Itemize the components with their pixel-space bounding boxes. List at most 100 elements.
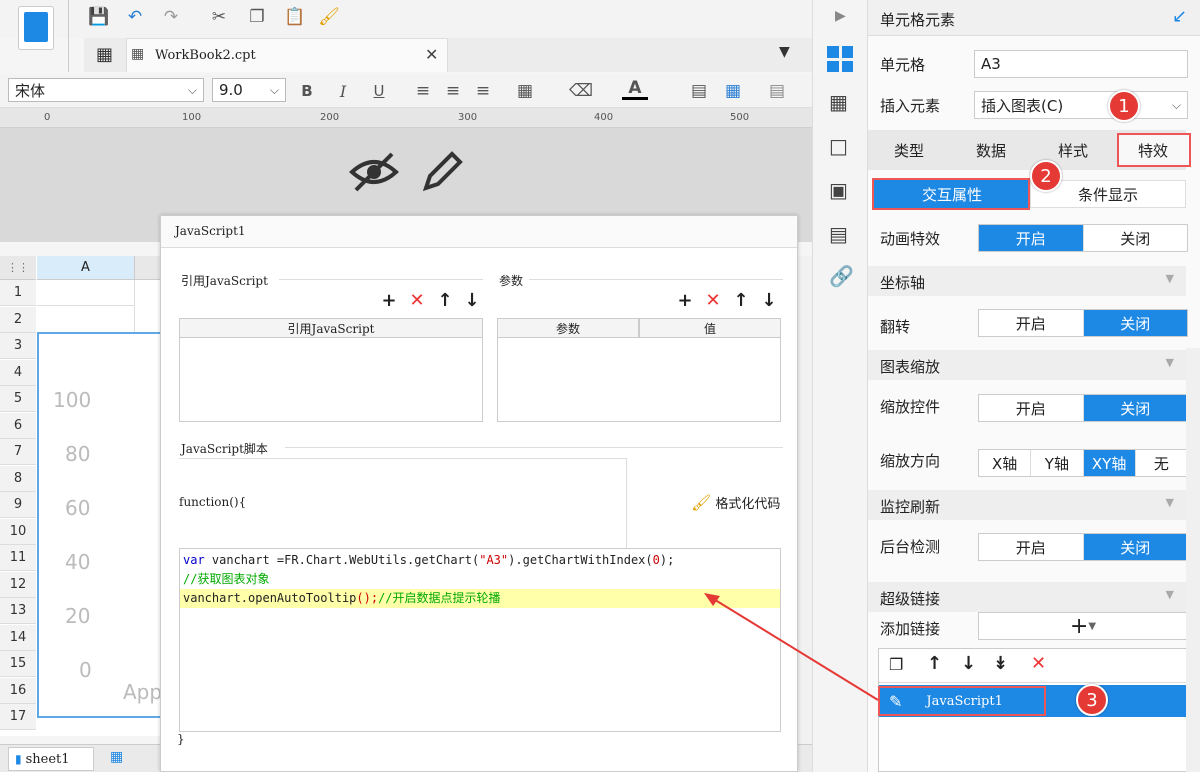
zoom-direction-segment[interactable]: X轴 Y轴 XY轴 无 xyxy=(978,449,1188,477)
undo-icon[interactable]: ↶ xyxy=(122,4,148,30)
animation-toggle[interactable]: 开启 关闭 xyxy=(978,224,1188,252)
save-icon[interactable]: 💾 xyxy=(86,4,112,30)
row-header[interactable]: 1 xyxy=(0,280,36,306)
add-sheet-icon[interactable]: ▦ xyxy=(110,749,123,765)
zoom-dir-xy[interactable]: XY轴 xyxy=(1083,450,1136,476)
fill-color-icon[interactable]: ⌫ xyxy=(568,78,594,104)
paste-icon[interactable]: 📋 xyxy=(282,4,308,30)
tab-menu-icon[interactable]: ▼ xyxy=(779,44,790,60)
vertical-scrollbar[interactable] xyxy=(796,256,812,744)
frame-icon[interactable]: □ xyxy=(829,134,848,158)
tab-workbook[interactable]: ▦ WorkBook2.cpt ✕ xyxy=(126,38,448,72)
link-icon[interactable]: 🔗 xyxy=(829,264,854,288)
row-header[interactable]: 5 xyxy=(0,386,36,412)
table-icon[interactable]: ▦ xyxy=(720,78,746,104)
redo-icon[interactable]: ↷ xyxy=(158,4,184,30)
cell-input[interactable]: A3 xyxy=(974,50,1188,78)
cell-attribute-icon[interactable]: ▦ xyxy=(829,90,848,114)
merge-icon[interactable]: ▤ xyxy=(686,78,712,104)
grid-view-icon[interactable]: ▦ xyxy=(96,44,113,65)
animation-off[interactable]: 关闭 xyxy=(1084,225,1188,251)
row-header[interactable]: 8 xyxy=(0,465,36,492)
more-icon[interactable]: ▤ xyxy=(764,78,790,104)
move-down-icon[interactable]: ↓ xyxy=(961,653,976,674)
add-link-button[interactable]: + ▼ xyxy=(978,612,1188,640)
add-param-button[interactable]: + xyxy=(675,290,695,311)
add-ref-button[interactable]: + xyxy=(379,290,399,311)
section-axis[interactable]: 坐标轴 ▼ xyxy=(868,266,1186,296)
font-size-select[interactable]: 9.0 ⌵ xyxy=(212,78,286,102)
font-name-select[interactable]: 宋体 ⌵ xyxy=(8,78,204,102)
align-left-icon[interactable]: ≡ xyxy=(410,78,436,104)
zoom-dir-y[interactable]: Y轴 xyxy=(1031,450,1084,476)
row-header[interactable]: 7 xyxy=(0,439,36,465)
font-color-button[interactable]: A xyxy=(622,78,648,100)
sheet-tab[interactable]: ▮ sheet1 xyxy=(8,747,94,771)
background-check-on[interactable]: 开启 xyxy=(979,534,1084,560)
zoom-dir-none[interactable]: 无 xyxy=(1136,450,1187,476)
cell-element-icon[interactable] xyxy=(827,46,853,72)
move-bottom-icon[interactable]: ↡ xyxy=(993,653,1008,674)
move-down-ref-button[interactable]: ↓ xyxy=(462,290,482,311)
move-down-param-button[interactable]: ↓ xyxy=(759,290,779,311)
select-all-icon[interactable]: ⋮⋮ xyxy=(0,256,36,280)
italic-button[interactable]: I xyxy=(330,78,356,104)
section-zoom[interactable]: 图表缩放 ▼ xyxy=(868,350,1186,380)
row-header[interactable]: 10 xyxy=(0,518,36,545)
section-refresh[interactable]: 监控刷新 ▼ xyxy=(868,490,1186,520)
flip-on[interactable]: 开启 xyxy=(979,310,1084,336)
tab-data[interactable]: 数据 xyxy=(950,134,1032,166)
panel-scrollbar[interactable] xyxy=(1186,348,1200,772)
zoom-control-on[interactable]: 开启 xyxy=(979,395,1084,421)
zoom-dir-x[interactable]: X轴 xyxy=(979,450,1032,476)
border-icon[interactable]: ▦ xyxy=(512,78,538,104)
zoom-control-toggle[interactable]: 开启 关闭 xyxy=(978,394,1188,422)
copy-icon[interactable]: ❐ xyxy=(244,4,270,30)
delete-ref-button[interactable]: ✕ xyxy=(407,290,427,311)
underline-button[interactable]: U xyxy=(366,78,392,104)
delete-param-button[interactable]: ✕ xyxy=(703,290,723,311)
condition-icon[interactable]: ▤ xyxy=(829,222,848,246)
flip-toggle[interactable]: 开启 关闭 xyxy=(978,309,1188,337)
copy-icon[interactable]: ❐ xyxy=(889,655,903,674)
code-editor[interactable]: var vanchart =FR.Chart.WebUtils.getChart… xyxy=(179,548,781,732)
collapse-arrow-icon[interactable]: ▶ xyxy=(835,8,846,24)
move-up-icon[interactable]: ↑ xyxy=(927,653,942,674)
row-header[interactable]: 2 xyxy=(0,306,36,333)
bold-button[interactable]: B xyxy=(294,78,320,104)
row-header[interactable]: 17 xyxy=(0,704,36,730)
grid-cell[interactable] xyxy=(37,306,135,333)
close-icon[interactable]: ✕ xyxy=(425,45,438,64)
move-up-ref-button[interactable]: ↑ xyxy=(435,290,455,311)
pencil-icon[interactable] xyxy=(420,150,464,194)
row-header[interactable]: 9 xyxy=(0,492,36,518)
row-header[interactable]: 14 xyxy=(0,624,36,651)
row-header[interactable]: 6 xyxy=(0,412,36,439)
collapse-panel-icon[interactable]: ↙ xyxy=(1172,6,1187,27)
row-header[interactable]: 4 xyxy=(0,359,36,386)
row-header[interactable]: 11 xyxy=(0,545,36,571)
animation-on[interactable]: 开启 xyxy=(979,225,1084,251)
row-header[interactable]: 15 xyxy=(0,651,36,677)
grid-cell[interactable] xyxy=(37,280,135,306)
format-code-button[interactable]: 🖌 格式化代码 xyxy=(691,493,780,512)
move-up-param-button[interactable]: ↑ xyxy=(731,290,751,311)
align-right-icon[interactable]: ≡ xyxy=(470,78,496,104)
chart-cell-a3[interactable]: 100 80 60 40 20 0 App xyxy=(37,332,167,718)
background-check-off[interactable]: 关闭 xyxy=(1083,534,1187,560)
row-header[interactable]: 16 xyxy=(0,677,36,704)
widget-icon[interactable]: ▣ xyxy=(829,178,848,202)
row-header[interactable]: 13 xyxy=(0,598,36,624)
cut-icon[interactable]: ✂ xyxy=(206,4,232,30)
zoom-control-off[interactable]: 关闭 xyxy=(1083,395,1187,421)
row-header[interactable]: 12 xyxy=(0,571,36,598)
hide-eye-icon[interactable] xyxy=(348,150,400,194)
tab-type[interactable]: 类型 xyxy=(868,134,950,166)
flip-off[interactable]: 关闭 xyxy=(1083,310,1187,336)
delete-icon[interactable]: ✕ xyxy=(1031,653,1046,674)
format-brush-icon[interactable]: 🖌 xyxy=(316,4,342,30)
column-header-a[interactable]: A xyxy=(37,256,135,280)
insert-element-select[interactable]: 插入图表(C) ⌵ xyxy=(974,91,1188,119)
section-hyperlink[interactable]: 超级链接 ▼ xyxy=(868,582,1186,612)
align-center-icon[interactable]: ≡ xyxy=(440,78,466,104)
